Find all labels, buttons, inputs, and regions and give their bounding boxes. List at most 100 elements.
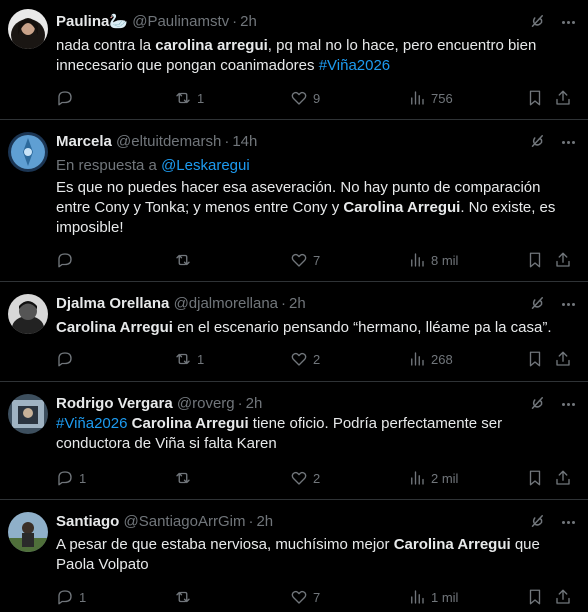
share-button[interactable] <box>554 250 572 270</box>
author-handle[interactable]: @SantiagoArrGim <box>124 513 246 530</box>
retweet-button[interactable] <box>174 250 197 270</box>
grok-icon[interactable] <box>528 12 546 30</box>
retweet-button[interactable]: 1 <box>174 88 204 108</box>
grok-icon[interactable] <box>528 294 546 312</box>
retweet-button[interactable] <box>174 468 197 488</box>
author-name[interactable]: Paulina <box>56 13 109 30</box>
author-handle[interactable]: @djalmorellana <box>174 295 278 312</box>
bookmark-button[interactable] <box>526 250 544 270</box>
share-icon <box>556 589 570 604</box>
like-button[interactable]: 7 <box>290 250 320 270</box>
swan-emoji: 🦢 <box>109 13 129 30</box>
share-button[interactable] <box>554 587 572 607</box>
heart-icon <box>291 352 307 366</box>
tweet-actions: 7 8 mil <box>56 250 580 270</box>
avatar[interactable] <box>8 294 48 334</box>
tweet-text: Carolina Arregui en el escenario pensand… <box>56 319 552 336</box>
reply-button[interactable]: 1 <box>56 468 86 488</box>
tweet-actions: 1 9 756 <box>56 88 580 108</box>
share-icon <box>556 351 570 366</box>
tweet-text: A pesar de que estaba nerviosa, muchísim… <box>56 536 540 573</box>
author-handle[interactable]: @roverg <box>177 395 235 412</box>
share-icon <box>556 90 570 105</box>
retweet-icon <box>176 472 190 484</box>
tweet-actions: 1 2 268 <box>56 349 580 369</box>
timestamp[interactable]: 14h <box>232 133 257 150</box>
timeline-feed: Paulina🦢 @Paulinamstv · 2h nada contra la … <box>0 0 588 612</box>
views-button[interactable]: 268 <box>408 349 453 369</box>
bookmark-button[interactable] <box>526 587 544 607</box>
bookmark-button[interactable] <box>526 468 544 488</box>
timestamp[interactable]: 2h <box>246 395 263 412</box>
hashtag-link[interactable]: #Viña2026 <box>319 57 390 74</box>
more-options-icon[interactable] <box>558 294 578 314</box>
share-button[interactable] <box>554 88 572 108</box>
reply-button[interactable]: 1 <box>56 587 86 607</box>
author-name[interactable]: Santiago <box>56 513 119 530</box>
like-button[interactable]: 2 <box>290 468 320 488</box>
share-button[interactable] <box>554 468 572 488</box>
tweet-text: Es que no puedes hacer esa aseveración. … <box>56 179 556 236</box>
tweet-header: Paulina🦢 @Paulinamstv · 2h <box>56 13 257 30</box>
retweet-button[interactable]: 1 <box>174 349 204 369</box>
more-options-icon[interactable] <box>558 132 578 152</box>
tweet-actions: 1 2 2 mil <box>56 468 580 488</box>
retweet-icon <box>176 254 190 266</box>
heart-icon <box>291 471 307 485</box>
share-icon <box>556 252 570 267</box>
bookmark-icon <box>529 351 541 367</box>
reply-to-handle[interactable]: @Leskaregui <box>161 157 250 174</box>
tweet-text: nada contra la carolina arregui, pq mal … <box>56 37 537 74</box>
views-button[interactable]: 8 mil <box>408 250 458 270</box>
more-options-icon[interactable] <box>558 12 578 32</box>
tweet[interactable]: Djalma Orellana @djalmorellana · 2h Caroli… <box>0 282 588 382</box>
tweet[interactable]: Paulina🦢 @Paulinamstv · 2h nada contra la … <box>0 0 588 120</box>
author-handle[interactable]: @eltuitdemarsh <box>116 133 221 150</box>
tweet-text: #Viña2026 Carolina Arregui tiene oficio.… <box>56 415 503 452</box>
grok-icon[interactable] <box>528 132 546 150</box>
retweet-icon <box>176 92 190 104</box>
timestamp[interactable]: 2h <box>289 295 306 312</box>
tweet-header: Rodrigo Vergara @roverg · 2h <box>56 395 263 412</box>
grok-icon[interactable] <box>528 394 546 412</box>
views-button[interactable]: 1 mil <box>408 587 458 607</box>
avatar[interactable] <box>8 512 48 552</box>
timestamp[interactable]: 2h <box>240 13 257 30</box>
bookmark-icon <box>529 589 541 605</box>
bookmark-button[interactable] <box>526 349 544 369</box>
heart-icon <box>291 253 307 267</box>
views-icon <box>411 253 424 267</box>
reply-icon <box>58 91 72 106</box>
reply-button[interactable] <box>56 88 79 108</box>
more-options-icon[interactable] <box>558 512 578 532</box>
like-button[interactable]: 7 <box>290 587 320 607</box>
reply-button[interactable] <box>56 250 79 270</box>
views-icon <box>411 352 424 366</box>
author-name[interactable]: Djalma Orellana <box>56 295 169 312</box>
author-handle[interactable]: @Paulinamstv <box>132 13 229 30</box>
views-button[interactable]: 2 mil <box>408 468 458 488</box>
tweet[interactable]: Marcela @eltuitdemarsh · 14h En respuesta … <box>0 120 588 282</box>
tweet[interactable]: Santiago @SantiagoArrGim · 2h A pesar de q… <box>0 500 588 612</box>
author-name[interactable]: Rodrigo Vergara <box>56 395 173 412</box>
avatar[interactable] <box>8 132 48 172</box>
hashtag-link[interactable]: #Viña2026 <box>56 415 127 432</box>
timestamp[interactable]: 2h <box>256 513 273 530</box>
retweet-icon <box>176 353 190 365</box>
tweet[interactable]: Rodrigo Vergara @roverg · 2h #Viña2026 Car… <box>0 382 588 500</box>
like-button[interactable]: 2 <box>290 349 320 369</box>
bookmark-button[interactable] <box>526 88 544 108</box>
author-name[interactable]: Marcela <box>56 133 112 150</box>
reply-icon <box>58 253 72 268</box>
reply-icon <box>58 590 72 605</box>
retweet-button[interactable] <box>174 587 197 607</box>
grok-icon[interactable] <box>528 512 546 530</box>
reply-icon <box>58 352 72 367</box>
avatar[interactable] <box>8 394 48 434</box>
avatar[interactable] <box>8 9 48 49</box>
views-button[interactable]: 756 <box>408 88 453 108</box>
share-button[interactable] <box>554 349 572 369</box>
like-button[interactable]: 9 <box>290 88 320 108</box>
more-options-icon[interactable] <box>558 394 578 414</box>
reply-button[interactable] <box>56 349 79 369</box>
